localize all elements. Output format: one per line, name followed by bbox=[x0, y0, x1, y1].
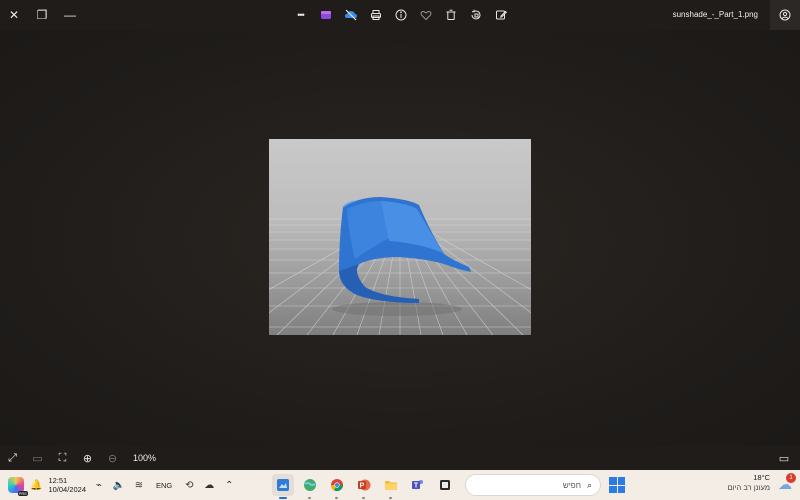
clock-time: 12:51 bbox=[48, 476, 68, 485]
fit-to-window-button[interactable]: ⛶ bbox=[50, 446, 75, 470]
delete-button[interactable] bbox=[438, 0, 463, 30]
delete-icon bbox=[446, 9, 455, 20]
start-button[interactable] bbox=[609, 477, 625, 493]
onedrive-button[interactable] bbox=[338, 0, 363, 30]
zoom-in-icon: ⊕ bbox=[82, 452, 93, 465]
actual-size-icon: ▭ bbox=[32, 452, 43, 465]
onedrive-tray-icon[interactable]: ☁ bbox=[202, 480, 216, 491]
film-strip-button[interactable] bbox=[770, 0, 800, 30]
globe-icon bbox=[304, 479, 316, 491]
clipchamp-icon bbox=[320, 11, 331, 19]
copilot-button[interactable]: PRE bbox=[8, 477, 28, 496]
notification-bell-icon[interactable]: 🔔 bbox=[30, 480, 42, 491]
media-app-button[interactable] bbox=[434, 474, 456, 496]
favorite-icon bbox=[420, 11, 431, 21]
powerpoint-icon: P bbox=[358, 479, 371, 491]
system-tray: PRE 🔔 12:51 10/04/2024 ⌁ 🔈 ≋ ENG ⟲ ☁ ⌃ bbox=[8, 470, 236, 500]
clipchamp-button[interactable] bbox=[313, 0, 338, 30]
sync-icon[interactable]: ⟲ bbox=[182, 480, 196, 491]
favorite-button[interactable] bbox=[413, 0, 438, 30]
chrome-icon bbox=[331, 479, 343, 492]
actual-size-button[interactable]: ▭ bbox=[25, 446, 50, 470]
expand-icon: ⤢ bbox=[8, 451, 17, 464]
displayed-image bbox=[269, 139, 531, 335]
teams-app-button[interactable]: T bbox=[407, 474, 429, 496]
print-icon bbox=[370, 10, 381, 20]
battery-icon[interactable]: ⌁ bbox=[92, 480, 106, 491]
viewer-bottom-bar: ⤢ ▭ ⛶ ⊕ ⊖ 100% ▭ bbox=[0, 446, 800, 470]
info-icon bbox=[395, 9, 406, 21]
weather-temperature: 18°C bbox=[753, 473, 770, 482]
search-icon: ⌕ bbox=[586, 479, 592, 490]
svg-text:P: P bbox=[360, 483, 365, 490]
edit-icon bbox=[495, 10, 507, 20]
taskbar-search-box[interactable]: חפיש ⌕ bbox=[465, 474, 601, 496]
weather-widget[interactable]: 18°C מעונן רב היום bbox=[728, 473, 770, 493]
filmstrip-icon: ▭ bbox=[778, 452, 790, 465]
notification-count-badge: 1 bbox=[786, 473, 796, 483]
photos-icon bbox=[277, 479, 289, 491]
zoom-out-button[interactable]: ⊖ bbox=[100, 446, 125, 470]
minimize-button[interactable]: — bbox=[56, 0, 84, 30]
rotate-icon bbox=[471, 9, 480, 20]
photos-app-button[interactable] bbox=[272, 474, 294, 499]
image-gallery-icon bbox=[779, 9, 791, 21]
file-explorer-app-button[interactable] bbox=[380, 474, 402, 499]
more-options-icon: ••• bbox=[297, 10, 305, 20]
window-controls: ✕ ❐ — bbox=[0, 0, 84, 30]
clock-date: 10/04/2024 bbox=[48, 485, 86, 494]
search-placeholder: חפיש bbox=[562, 480, 581, 490]
clock[interactable]: 12:51 10/04/2024 bbox=[48, 476, 86, 494]
edit-button[interactable] bbox=[488, 0, 513, 30]
taskbar: PRE 🔔 12:51 10/04/2024 ⌁ 🔈 ≋ ENG ⟲ ☁ ⌃ P bbox=[0, 470, 800, 500]
language-indicator[interactable]: ENG bbox=[152, 481, 176, 490]
zoom-level: 100% bbox=[133, 453, 157, 463]
sunshade-render-image bbox=[269, 139, 531, 335]
zoom-in-button[interactable]: ⊕ bbox=[75, 446, 100, 470]
svg-text:T: T bbox=[414, 483, 419, 490]
onedrive-off-icon bbox=[344, 9, 357, 21]
media-player-icon bbox=[440, 480, 450, 490]
title-bar: ✕ ❐ — ••• sunshade_-_Part_1.png bbox=[0, 0, 800, 30]
windows-logo-icon bbox=[609, 477, 617, 485]
restore-icon: ❐ bbox=[36, 8, 48, 22]
info-button[interactable] bbox=[388, 0, 413, 30]
teams-icon: T bbox=[412, 480, 423, 490]
volume-icon[interactable]: 🔈 bbox=[112, 480, 126, 491]
maps-app-button[interactable] bbox=[299, 474, 321, 499]
close-button[interactable]: ✕ bbox=[0, 0, 28, 30]
file-name: sunshade_-_Part_1.png bbox=[672, 10, 758, 19]
minimize-icon: — bbox=[64, 8, 76, 22]
fullscreen-button[interactable]: ⤢ bbox=[0, 446, 25, 470]
image-toolbar: ••• bbox=[288, 0, 513, 30]
chevron-up-icon[interactable]: ⌃ bbox=[222, 480, 236, 491]
zoom-out-icon: ⊖ bbox=[107, 452, 118, 465]
film-strip-toggle[interactable]: ▭ bbox=[772, 446, 796, 470]
copilot-preview-badge: PRE bbox=[17, 491, 28, 496]
chrome-app-button[interactable] bbox=[326, 474, 348, 499]
pinned-apps: P T bbox=[272, 470, 456, 500]
folder-icon bbox=[385, 481, 397, 490]
rotate-button[interactable] bbox=[463, 0, 488, 30]
powerpoint-app-button[interactable]: P bbox=[353, 474, 375, 499]
close-icon: ✕ bbox=[8, 8, 20, 22]
print-button[interactable] bbox=[363, 0, 388, 30]
more-options-button[interactable]: ••• bbox=[288, 0, 313, 30]
fit-window-icon: ⛶ bbox=[58, 451, 67, 464]
restore-button[interactable]: ❐ bbox=[28, 0, 56, 30]
weather-description: מעונן רב היום bbox=[727, 483, 770, 492]
wifi-icon[interactable]: ≋ bbox=[132, 480, 146, 491]
